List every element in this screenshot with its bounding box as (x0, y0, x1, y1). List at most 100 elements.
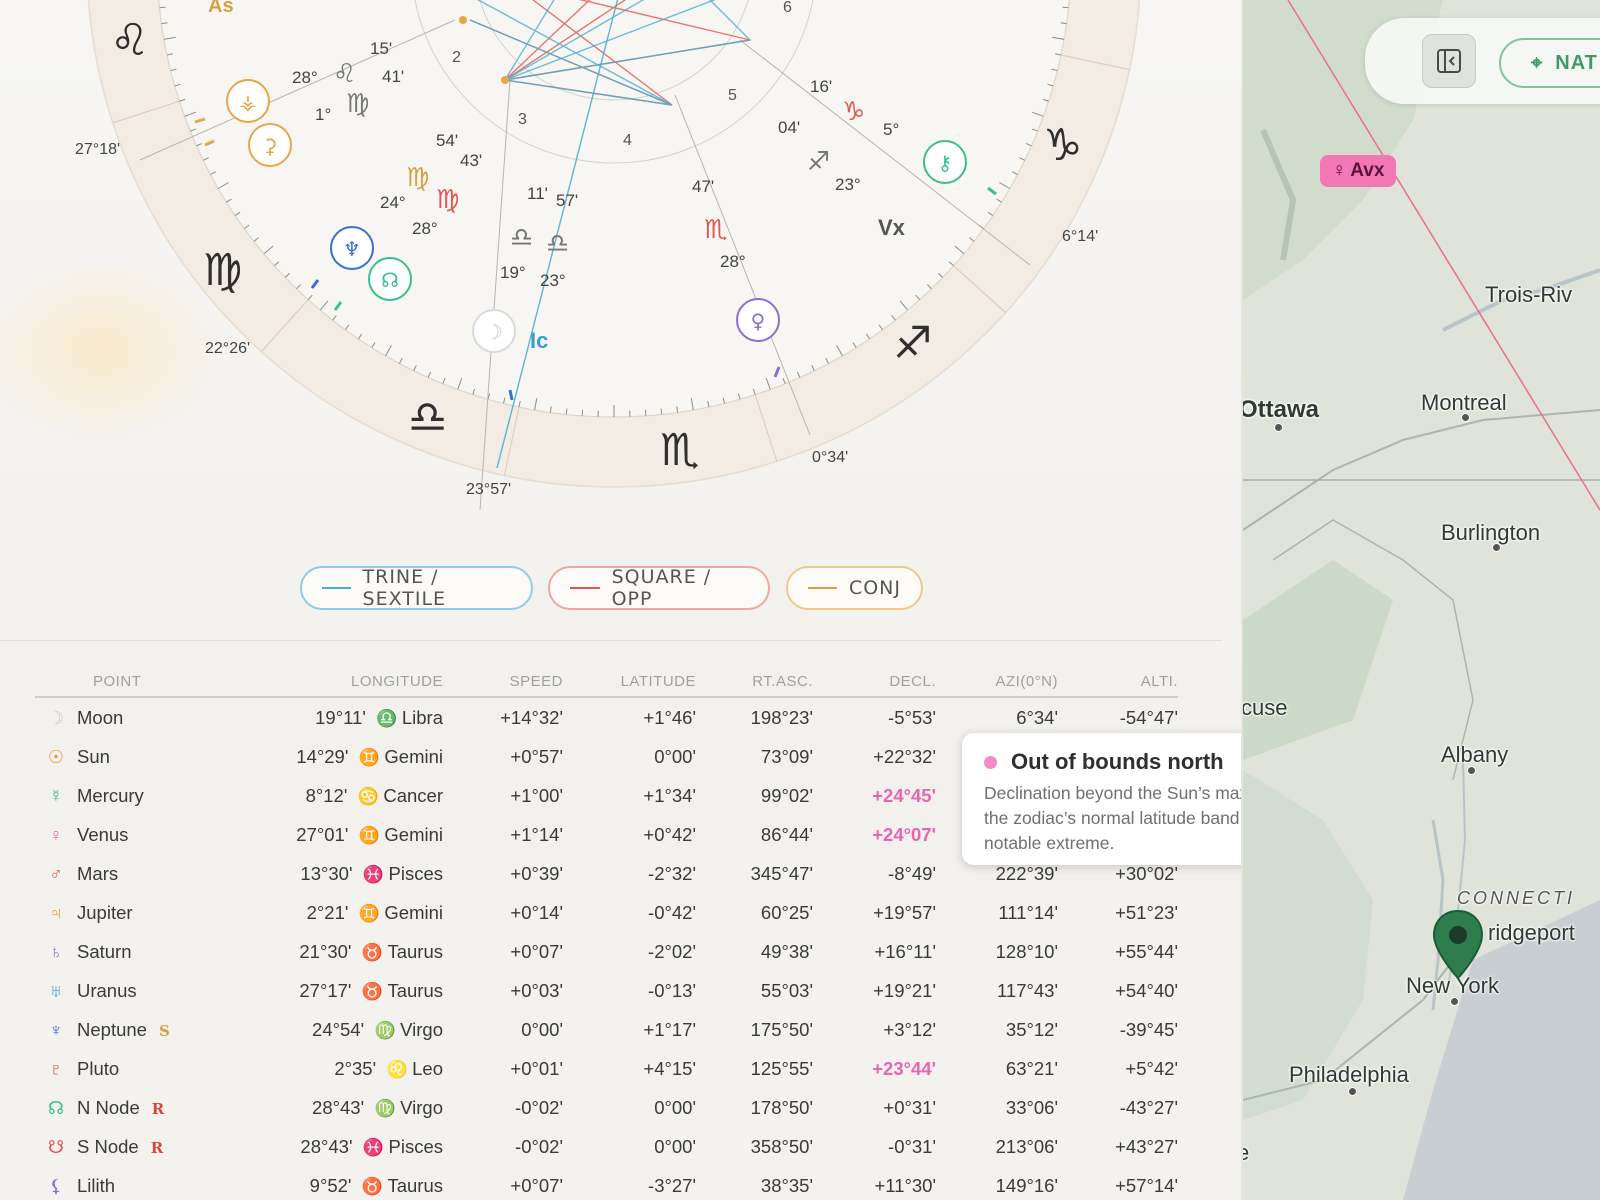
table-row[interactable]: ♇ Pluto 2°35' ♌ Leo +0°01' +4°15' 125°55' +23°44… (35, 1049, 1178, 1088)
decl-cell: +3°12' (883, 1018, 936, 1040)
col-altitude[interactable]: ALTI. (1058, 666, 1178, 698)
vertex-label: Vx (878, 215, 906, 240)
zodiac-sign-name: Leo (412, 1057, 443, 1079)
latitude-cell: -2°32' (648, 862, 696, 884)
table-row[interactable]: ♅ Uranus 27°17' ♉ Taurus +0°03' -0°13' 55°03' +1… (35, 971, 1178, 1010)
table-row[interactable]: ☊ N Node R 28°43' ♍ Virgo -0°02' 0°00' 178°50' +0… (35, 1088, 1178, 1127)
rtasc-cell: 55°03' (760, 979, 813, 1001)
venus-icon: ♀ (1332, 160, 1347, 181)
city-label[interactable]: Philadelphia (1289, 1062, 1409, 1088)
location-pin-icon[interactable] (1431, 908, 1491, 988)
venus-line-label[interactable]: ♀ Avx (1320, 155, 1397, 187)
house-number: 4 (623, 132, 632, 149)
cusp-degree: 54' (436, 131, 458, 150)
point-cell: ♇ Pluto (35, 1049, 203, 1088)
longitude-degree: 24°54' (312, 1018, 365, 1040)
angle-label: 23°57' (466, 481, 511, 498)
svg-text:♆: ♆ (343, 237, 361, 261)
libra-glyph-small: ♎ (546, 229, 569, 259)
longitude-cell: 9°52' ♉ Taurus (203, 1166, 443, 1200)
longitude-degree: 13°30' (300, 862, 353, 884)
venus-marker[interactable]: ♀ (736, 298, 780, 342)
chart-wheel: ♌ ♍ ♎ ♏ ♐ ♑ 27°18' 22°26' 23°57' 0°34' 6… (75, 0, 1141, 511)
house-number: 6 (783, 0, 792, 16)
city-label[interactable]: Ottawa (1243, 396, 1319, 424)
chiron-marker[interactable]: ⚶ (226, 79, 270, 123)
point-name: Saturn (77, 940, 132, 962)
rtasc-cell: 99°02' (760, 784, 813, 806)
longitude-cell: 28°43' ♍ Virgo (203, 1088, 443, 1127)
point-name: Moon (77, 706, 124, 728)
point-name: Venus (77, 823, 129, 845)
col-point[interactable]: POINT (35, 666, 203, 698)
zodiac-sign-icon: ♋ (357, 786, 379, 806)
planet-glyph-icon: ♀ (49, 824, 63, 845)
rtasc-cell: 73°09' (760, 745, 813, 767)
speed-cell: +0°14' (510, 901, 563, 923)
cusp-degree: 5° (883, 120, 899, 139)
legend-conj[interactable]: CONJ (786, 566, 923, 610)
zodiac-sign-icon: ♉ (361, 942, 384, 962)
city-label: e (1243, 1140, 1250, 1165)
col-longitude[interactable]: LONGITUDE (203, 666, 443, 698)
latitude-cell: 0°00' (654, 1096, 696, 1118)
toggle-sidebar-button[interactable] (1422, 34, 1476, 88)
city-label[interactable]: Trois-Riv (1485, 282, 1572, 308)
city-label[interactable]: cuse (1243, 695, 1287, 721)
virgo-glyph-small: ♍ (436, 185, 459, 215)
azimuth-cell: 63°21' (1005, 1057, 1058, 1079)
longitude-degree: 28°43' (312, 1096, 365, 1118)
city-label[interactable]: Albany (1441, 742, 1508, 768)
map-canvas (1243, 0, 1600, 1200)
table-row[interactable]: ♃ Jupiter 2°21' ♊ Gemini +0°14' -0°42' 60°25' +1… (35, 893, 1178, 932)
map-panel[interactable]: Trois-Riv Ottawa Montreal Burlington cus… (1243, 0, 1600, 1200)
virgo-glyph-small: ♍ (346, 89, 369, 119)
region-label: CONNECTI (1457, 888, 1575, 908)
legend-trine-sextile[interactable]: TRINE / SEXTILE (300, 566, 533, 610)
longitude-degree: 2°35' (334, 1057, 377, 1079)
col-rtasc[interactable]: RT.ASC. (696, 666, 813, 698)
decl-cell: -8°49' (888, 862, 936, 884)
altitude-cell: +5°42' (1125, 1057, 1178, 1079)
fortune-marker[interactable]: ⚷ (923, 140, 967, 184)
col-speed[interactable]: SPEED (443, 666, 563, 698)
speed-cell: 0°00' (521, 1018, 563, 1040)
rtasc-cell: 198°23' (750, 706, 813, 728)
cusp-degree: 23° (835, 175, 861, 194)
neptune-marker[interactable]: ♆ (330, 226, 374, 270)
planet-glyph-icon: ♆ (49, 1019, 63, 1040)
sign-scorpio-icon: ♏ (660, 425, 699, 476)
azimuth-cell: 35°12' (1005, 1018, 1058, 1040)
city-label[interactable]: ridgeport (1488, 920, 1575, 946)
speed-cell: +1°00' (510, 784, 563, 806)
cusp-degree: 15' (370, 39, 392, 58)
latitude-cell: -0°42' (648, 901, 696, 923)
city-label[interactable]: Burlington (1441, 520, 1540, 546)
legend-square-opp[interactable]: SQUARE / OPP (548, 566, 770, 610)
col-azimuth[interactable]: AZI(0°N) (936, 666, 1058, 698)
crosshair-icon: ⌖ (1531, 51, 1544, 74)
table-row[interactable]: ☽ Moon 19°11' ♎ Libra +14°32' +1°46' 198°23' -5°… (35, 697, 1178, 737)
decl-cell: +16°11' (874, 940, 936, 962)
sign-leo-icon: ♌ (110, 15, 149, 66)
col-decl[interactable]: DECL. (813, 666, 936, 698)
table-row[interactable]: ♆ Neptune S 24°54' ♍ Virgo 0°00' +1°17' 175°50' +… (35, 1010, 1178, 1049)
natal-button[interactable]: ⌖ NAT (1499, 38, 1600, 88)
ceres-marker[interactable]: ⚳ (248, 123, 292, 167)
table-row[interactable]: ♄ Saturn 21°30' ♉ Taurus +0°07' -2°02' 49°38' +1… (35, 932, 1178, 971)
zodiac-sign-name: Taurus (387, 979, 443, 1001)
planet-glyph-icon: ♅ (49, 980, 63, 1001)
speed-cell: -0°02' (515, 1135, 563, 1157)
decl-cell: +24°07' (872, 823, 936, 845)
north-node-marker[interactable]: ☊ (368, 257, 412, 301)
speed-cell: +1°14' (510, 823, 563, 845)
moon-marker[interactable]: ☽ (472, 309, 516, 353)
table-row[interactable]: ⚸ Lilith 9°52' ♉ Taurus +0°07' -3°27' 38°35' +11… (35, 1166, 1178, 1200)
planet-glyph-icon: ☊ (48, 1097, 64, 1118)
table-row[interactable]: ☋ S Node R 28°43' ♓ Pisces -0°02' 0°00' 358°50' -… (35, 1127, 1178, 1166)
longitude-degree: 8°12' (305, 784, 348, 806)
point-name: Mercury (77, 784, 144, 806)
latitude-cell: +1°17' (643, 1018, 696, 1040)
col-latitude[interactable]: LATITUDE (563, 666, 696, 698)
longitude-degree: 21°30' (299, 940, 352, 962)
